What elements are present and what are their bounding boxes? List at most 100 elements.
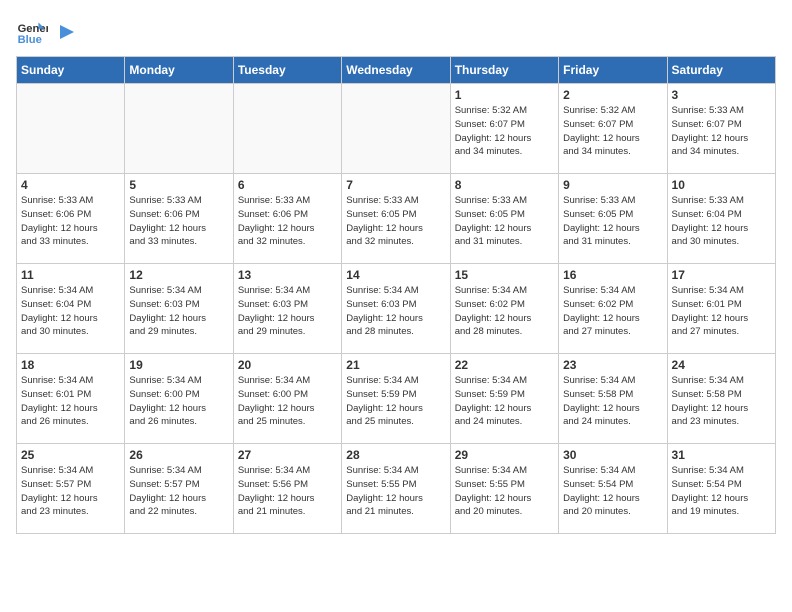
calendar-cell: 16Sunrise: 5:34 AM Sunset: 6:02 PM Dayli… (559, 264, 667, 354)
day-info: Sunrise: 5:33 AM Sunset: 6:05 PM Dayligh… (346, 194, 445, 249)
calendar-cell: 19 Sunrise: 5:34 AM Sunset: 6:00 PM Dayli… (125, 354, 233, 444)
day-info: Sunrise: 5:33 AM Sunset: 6:06 PM Dayligh… (129, 194, 228, 249)
day-info: Sunrise: 5:34 AM Sunset: 5:59 PM Dayligh… (455, 374, 554, 429)
header-monday: Monday (125, 57, 233, 84)
day-info: Sunrise: 5:32 AM Sunset: 6:07 PM Dayligh… (455, 104, 554, 159)
day-info: Sunrise: 5:34 AM Sunset: 6:03 PM Dayligh… (238, 284, 337, 339)
svg-text:Blue: Blue (18, 34, 42, 46)
day-info: Sunrise: 5:34 AM Sunset: 6:04 PM Dayligh… (21, 284, 120, 339)
header-thursday: Thursday (450, 57, 558, 84)
day-number: 8 (455, 178, 554, 192)
day-number: 15 (455, 268, 554, 282)
calendar-week-row: 1 Sunrise: 5:32 AM Sunset: 6:07 PM Daylig… (17, 84, 776, 174)
day-number: 31 (672, 448, 771, 462)
calendar-week-row: 4 Sunrise: 5:33 AM Sunset: 6:06 PM Daylig… (17, 174, 776, 264)
day-info: Sunrise: 5:34 AM Sunset: 5:54 PM Dayligh… (672, 464, 771, 519)
day-info: Sunrise: 5:33 AM Sunset: 6:05 PM Dayligh… (455, 194, 554, 249)
calendar-cell: 30 Sunrise: 5:34 AM Sunset: 5:54 PM Dayli… (559, 444, 667, 534)
day-info: Sunrise: 5:34 AM Sunset: 5:55 PM Dayligh… (455, 464, 554, 519)
day-number: 9 (563, 178, 662, 192)
header-friday: Friday (559, 57, 667, 84)
day-number: 16 (563, 268, 662, 282)
day-info: Sunrise: 5:33 AM Sunset: 6:05 PM Dayligh… (563, 194, 662, 249)
calendar-week-row: 18Sunrise: 5:34 AM Sunset: 6:01 PM Dayli… (17, 354, 776, 444)
day-info: Sunrise: 5:34 AM Sunset: 6:03 PM Dayligh… (129, 284, 228, 339)
day-info: Sunrise: 5:33 AM Sunset: 6:06 PM Dayligh… (21, 194, 120, 249)
calendar-cell: 25 Sunrise: 5:34 AM Sunset: 5:57 PM Dayli… (17, 444, 125, 534)
day-number: 6 (238, 178, 337, 192)
day-number: 23 (563, 358, 662, 372)
calendar-cell: 5 Sunrise: 5:33 AM Sunset: 6:06 PM Daylig… (125, 174, 233, 264)
day-number: 5 (129, 178, 228, 192)
day-number: 13 (238, 268, 337, 282)
calendar-table: SundayMondayTuesdayWednesdayThursdayFrid… (16, 56, 776, 534)
header-tuesday: Tuesday (233, 57, 341, 84)
calendar-cell (125, 84, 233, 174)
day-number: 7 (346, 178, 445, 192)
calendar-week-row: 11 Sunrise: 5:34 AM Sunset: 6:04 PM Dayli… (17, 264, 776, 354)
day-number: 20 (238, 358, 337, 372)
calendar-cell: 21Sunrise: 5:34 AM Sunset: 5:59 PM Dayli… (342, 354, 450, 444)
calendar-cell: 1 Sunrise: 5:32 AM Sunset: 6:07 PM Daylig… (450, 84, 558, 174)
day-number: 25 (21, 448, 120, 462)
day-number: 2 (563, 88, 662, 102)
header-sunday: Sunday (17, 57, 125, 84)
svg-text:General: General (18, 23, 48, 35)
day-number: 12 (129, 268, 228, 282)
day-info: Sunrise: 5:33 AM Sunset: 6:06 PM Dayligh… (238, 194, 337, 249)
logo-icon: General Blue (16, 16, 48, 48)
day-number: 19 (129, 358, 228, 372)
calendar-cell: 9 Sunrise: 5:33 AM Sunset: 6:05 PM Daylig… (559, 174, 667, 264)
calendar-cell: 11 Sunrise: 5:34 AM Sunset: 6:04 PM Dayli… (17, 264, 125, 354)
day-number: 11 (21, 268, 120, 282)
day-info: Sunrise: 5:34 AM Sunset: 5:59 PM Dayligh… (346, 374, 445, 429)
calendar-cell: 7 Sunrise: 5:33 AM Sunset: 6:05 PM Daylig… (342, 174, 450, 264)
calendar-cell: 6 Sunrise: 5:33 AM Sunset: 6:06 PM Daylig… (233, 174, 341, 264)
day-number: 27 (238, 448, 337, 462)
day-info: Sunrise: 5:33 AM Sunset: 6:04 PM Dayligh… (672, 194, 771, 249)
day-info: Sunrise: 5:34 AM Sunset: 5:58 PM Dayligh… (563, 374, 662, 429)
calendar-cell: 10 Sunrise: 5:33 AM Sunset: 6:04 PM Dayli… (667, 174, 775, 264)
calendar-cell: 15Sunrise: 5:34 AM Sunset: 6:02 PM Dayli… (450, 264, 558, 354)
day-info: Sunrise: 5:34 AM Sunset: 5:57 PM Dayligh… (129, 464, 228, 519)
day-number: 22 (455, 358, 554, 372)
calendar-cell: 28 Sunrise: 5:34 AM Sunset: 5:55 PM Dayli… (342, 444, 450, 534)
day-info: Sunrise: 5:34 AM Sunset: 5:54 PM Dayligh… (563, 464, 662, 519)
calendar-cell: 12 Sunrise: 5:34 AM Sunset: 6:03 PM Dayli… (125, 264, 233, 354)
day-number: 29 (455, 448, 554, 462)
calendar-header-row: SundayMondayTuesdayWednesdayThursdayFrid… (17, 57, 776, 84)
day-number: 24 (672, 358, 771, 372)
calendar-cell: 14Sunrise: 5:34 AM Sunset: 6:03 PM Dayli… (342, 264, 450, 354)
calendar-cell: 4 Sunrise: 5:33 AM Sunset: 6:06 PM Daylig… (17, 174, 125, 264)
day-info: Sunrise: 5:32 AM Sunset: 6:07 PM Dayligh… (563, 104, 662, 159)
day-info: Sunrise: 5:34 AM Sunset: 6:00 PM Dayligh… (238, 374, 337, 429)
day-info: Sunrise: 5:33 AM Sunset: 6:07 PM Dayligh… (672, 104, 771, 159)
day-info: Sunrise: 5:34 AM Sunset: 5:55 PM Dayligh… (346, 464, 445, 519)
day-number: 4 (21, 178, 120, 192)
calendar-cell (342, 84, 450, 174)
calendar-cell: 31 Sunrise: 5:34 AM Sunset: 5:54 PM Dayli… (667, 444, 775, 534)
calendar-cell: 26Sunrise: 5:34 AM Sunset: 5:57 PM Dayli… (125, 444, 233, 534)
calendar-cell: 17Sunrise: 5:34 AM Sunset: 6:01 PM Dayli… (667, 264, 775, 354)
day-info: Sunrise: 5:34 AM Sunset: 6:01 PM Dayligh… (672, 284, 771, 339)
logo-chevron-icon (56, 21, 78, 43)
calendar-cell: 2 Sunrise: 5:32 AM Sunset: 6:07 PM Daylig… (559, 84, 667, 174)
page-header: General Blue (16, 16, 776, 48)
day-number: 28 (346, 448, 445, 462)
calendar-cell: 13 Sunrise: 5:34 AM Sunset: 6:03 PM Dayli… (233, 264, 341, 354)
calendar-cell: 20 Sunrise: 5:34 AM Sunset: 6:00 PM Dayli… (233, 354, 341, 444)
calendar-cell: 22 Sunrise: 5:34 AM Sunset: 5:59 PM Dayli… (450, 354, 558, 444)
day-info: Sunrise: 5:34 AM Sunset: 6:00 PM Dayligh… (129, 374, 228, 429)
day-number: 30 (563, 448, 662, 462)
calendar-cell (17, 84, 125, 174)
day-info: Sunrise: 5:34 AM Sunset: 5:58 PM Dayligh… (672, 374, 771, 429)
day-number: 1 (455, 88, 554, 102)
day-number: 10 (672, 178, 771, 192)
calendar-cell: 18Sunrise: 5:34 AM Sunset: 6:01 PM Dayli… (17, 354, 125, 444)
day-number: 18 (21, 358, 120, 372)
calendar-cell: 8 Sunrise: 5:33 AM Sunset: 6:05 PM Daylig… (450, 174, 558, 264)
calendar-cell: 3Sunrise: 5:33 AM Sunset: 6:07 PM Daylig… (667, 84, 775, 174)
day-info: Sunrise: 5:34 AM Sunset: 6:03 PM Dayligh… (346, 284, 445, 339)
calendar-cell: 24 Sunrise: 5:34 AM Sunset: 5:58 PM Dayli… (667, 354, 775, 444)
day-info: Sunrise: 5:34 AM Sunset: 5:57 PM Dayligh… (21, 464, 120, 519)
